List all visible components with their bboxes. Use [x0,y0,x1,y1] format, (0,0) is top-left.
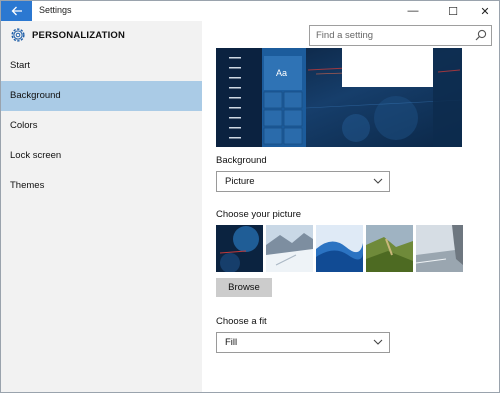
thumbnail-snow-image [266,225,313,272]
background-dropdown-value: Picture [225,176,255,187]
choose-fit-label: Choose a fit [216,316,267,327]
background-preview: Aa [216,48,462,147]
back-arrow-icon [11,6,22,16]
sidebar-item-label: Lock screen [10,150,62,161]
sidebar-item-label: Background [10,90,61,101]
thumbnail-space-image [216,225,263,272]
preview-sample-text: Aa [276,68,288,78]
picture-thumbnail[interactable] [416,225,463,272]
fit-dropdown[interactable]: Fill [216,332,390,353]
sidebar-item-background[interactable]: Background [1,81,202,111]
sidebar-item-colors[interactable]: Colors [1,111,202,141]
settings-window: Settings — ☐ ✕ PERSONALIZATION Start Bac… [0,0,500,393]
picture-thumbnail[interactable] [216,225,263,272]
search-icon[interactable] [475,29,487,41]
gear-icon [11,28,25,42]
thumbnail-waves-image [316,225,363,272]
search-input[interactable] [310,26,471,45]
sidebar-item-label: Themes [10,180,45,191]
title-bar: Settings — ☐ ✕ [1,1,499,21]
thumbnail-cliffs-image [366,225,413,272]
minimize-button[interactable]: — [393,1,433,21]
preview-image [216,48,462,147]
picture-thumbnail[interactable] [266,225,313,272]
picture-thumbnail[interactable] [366,225,413,272]
background-dropdown[interactable]: Picture [216,171,390,192]
chevron-down-icon [373,178,383,184]
choose-picture-label: Choose your picture [216,209,302,220]
picture-thumbnail[interactable] [316,225,363,272]
sidebar: PERSONALIZATION Start Background Colors … [1,21,202,392]
sidebar-header: PERSONALIZATION [1,21,202,51]
back-button[interactable] [1,1,32,21]
chevron-down-icon [373,339,383,345]
close-icon: ✕ [480,5,490,18]
sidebar-item-lock-screen[interactable]: Lock screen [1,141,202,171]
sidebar-item-start[interactable]: Start [1,51,202,81]
maximize-icon: ☐ [448,5,458,18]
close-button[interactable]: ✕ [465,1,499,21]
background-label: Background [216,155,267,166]
minimize-icon: — [407,5,419,17]
sidebar-item-label: Colors [10,120,38,131]
fit-dropdown-value: Fill [225,337,238,348]
thumbnail-coast-image [416,225,463,272]
sidebar-item-label: Start [10,60,31,71]
browse-button[interactable]: Browse [216,278,272,297]
sidebar-item-themes[interactable]: Themes [1,171,202,201]
sidebar-title: PERSONALIZATION [32,30,126,41]
window-title: Settings [39,5,72,15]
search-box[interactable] [309,25,492,46]
